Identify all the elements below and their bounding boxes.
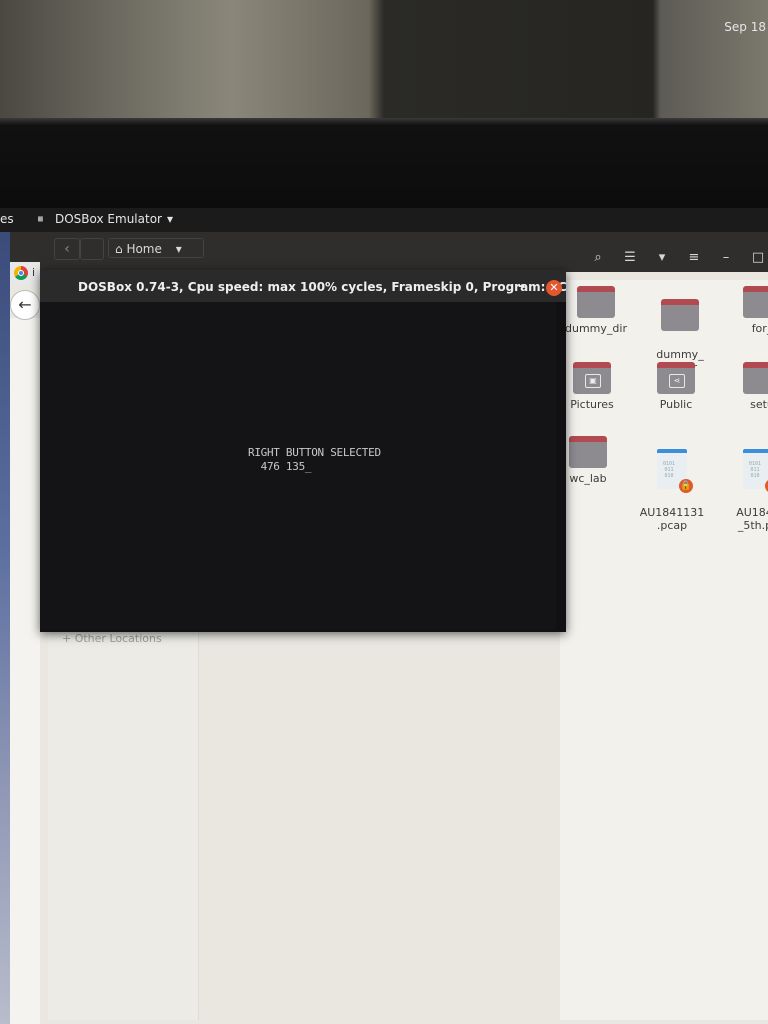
home-icon: ⌂ — [115, 242, 127, 256]
file-label: AU1841131 .pcap — [639, 506, 705, 532]
image-icon: ▣ — [585, 374, 601, 388]
public-folder-icon: ⋖ — [657, 362, 695, 394]
chevron-down-icon[interactable]: ▾ — [652, 250, 672, 265]
back-button[interactable]: ‹ — [54, 238, 80, 260]
pictures-folder-icon: ▣ — [573, 362, 611, 394]
browser-back-button[interactable]: ← — [10, 290, 40, 320]
browser-page — [10, 318, 40, 1024]
folder-icon — [577, 286, 615, 318]
background-wall — [0, 0, 768, 130]
file-item-setu[interactable]: setu — [722, 362, 768, 411]
file-label: setu — [750, 398, 768, 411]
file-label: for_ — [751, 322, 768, 335]
file-label: AU1841 _5th.pc — [736, 506, 768, 532]
binary-file-icon: 0101011010🔒 — [657, 449, 693, 493]
file-item-au1841-5th[interactable]: 0101011010🔒 AU1841 _5th.pc — [718, 436, 768, 545]
window-title: DOSBox 0.74-3, Cpu speed: max 100% cycle… — [78, 280, 567, 294]
sidebar-item-other-locations[interactable]: + Other Locations — [62, 632, 162, 645]
list-view-icon[interactable]: ☰ — [620, 250, 640, 265]
minimize-button[interactable]: – — [518, 278, 525, 294]
dosbox-app-icon: ▦ — [38, 214, 43, 223]
file-item-for[interactable]: for_ — [722, 286, 768, 335]
file-label: dummy_dir — [565, 322, 627, 335]
menu-icon[interactable]: ≡ — [684, 250, 704, 265]
monitor-bezel — [0, 118, 768, 210]
folder-icon — [743, 286, 768, 318]
lock-icon: 🔒 — [679, 479, 693, 493]
dosbox-window: DOSBox 0.74-3, Cpu speed: max 100% cycle… — [40, 270, 567, 632]
chevron-down-icon: ▾ — [175, 242, 182, 256]
app-menu-label: DOSBox Emulator — [55, 212, 162, 226]
console-line: RIGHT BUTTON SELECTED — [248, 446, 381, 459]
minimize-icon[interactable]: – — [716, 250, 736, 265]
path-bar-home[interactable]: ⌂ Home ▾ — [108, 238, 204, 258]
file-item-dummy-dir[interactable]: dummy_dir — [556, 286, 636, 335]
file-item-au1841131-pcap[interactable]: 0101 011 010 🔒 AU1841131 .pcap — [632, 436, 712, 545]
clock[interactable]: Sep 18 — [724, 20, 766, 34]
search-icon[interactable]: ⌕ — [588, 250, 608, 265]
chevron-down-icon: ▾ — [166, 212, 173, 226]
top-bar: es ▦ DOSBox Emulator ▾ — [0, 208, 768, 232]
file-manager-toolbar: ⌕ ☰ ▾ ≡ – □ — [588, 250, 768, 265]
file-item-public[interactable]: ⋖ Public — [636, 362, 716, 411]
close-button[interactable]: ✕ — [546, 280, 562, 296]
folder-icon — [569, 436, 607, 468]
activities-button[interactable]: es — [0, 212, 14, 226]
forward-button[interactable] — [80, 238, 104, 260]
binary-file-icon: 0101011010🔒 — [743, 449, 768, 493]
browser-tab-title: i — [32, 266, 36, 279]
app-menu[interactable]: ▦ DOSBox Emulator ▾ — [38, 212, 173, 226]
console-line: 476 135_ — [248, 460, 312, 473]
folder-icon — [661, 299, 699, 331]
dos-console[interactable]: RIGHT BUTTON SELECTED 476 135_ — [40, 302, 556, 630]
folder-icon — [743, 362, 768, 394]
file-manager-sidebar — [48, 620, 199, 1020]
file-label: Public — [659, 398, 693, 411]
maximize-icon[interactable]: □ — [748, 250, 768, 265]
chrome-icon — [14, 266, 28, 280]
dosbox-titlebar[interactable]: DOSBox 0.74-3, Cpu speed: max 100% cycle… — [40, 270, 567, 302]
desktop-wallpaper-edge — [0, 230, 10, 1024]
path-label: Home — [126, 242, 162, 256]
share-icon: ⋖ — [669, 374, 685, 388]
